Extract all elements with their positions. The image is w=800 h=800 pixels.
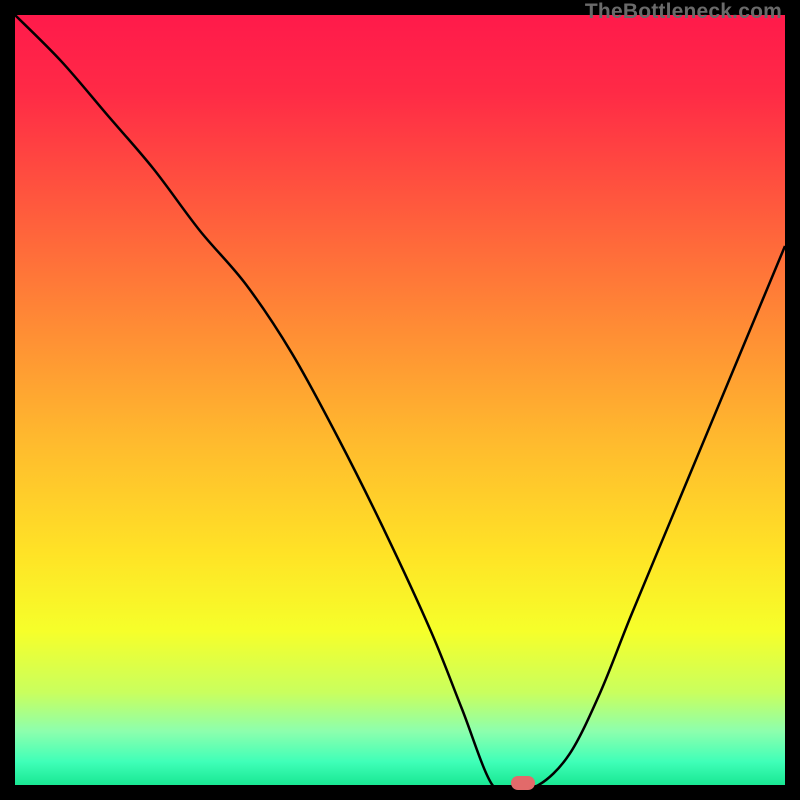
- gradient-rect: [15, 15, 785, 785]
- watermark-text: TheBottleneck.com: [585, 0, 782, 24]
- bottleneck-chart: [15, 15, 785, 785]
- minimum-marker: [511, 776, 535, 790]
- outer-frame: TheBottleneck.com: [0, 0, 800, 800]
